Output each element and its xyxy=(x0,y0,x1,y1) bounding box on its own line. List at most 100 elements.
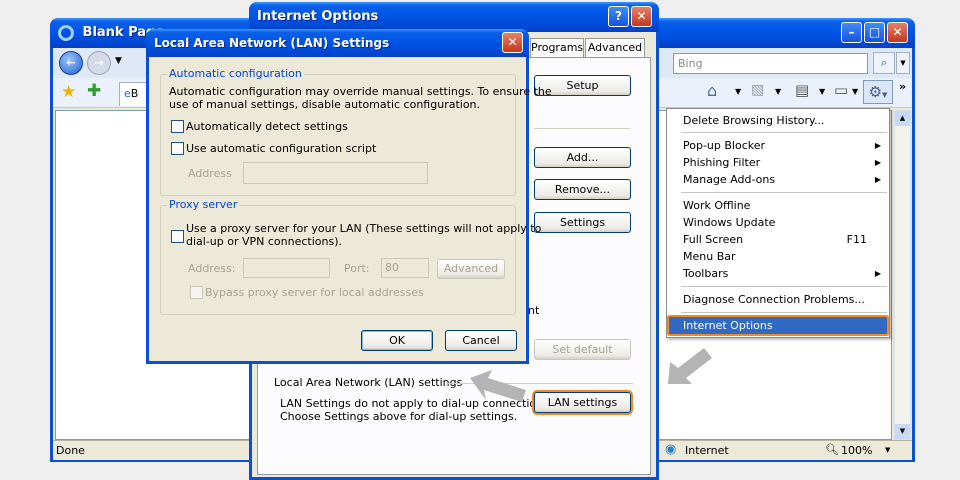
add-favorites-icon[interactable]: ✚ xyxy=(87,81,101,101)
button-label: Remove... xyxy=(554,183,611,196)
proxy-address-field xyxy=(243,258,330,278)
proxy-port-field: 80 xyxy=(381,258,429,278)
ok-button[interactable]: OK xyxy=(361,330,433,351)
tab-programs[interactable]: Programs xyxy=(530,38,584,57)
tab-label: Programs xyxy=(531,41,584,54)
group-legend: Automatic configuration xyxy=(167,67,304,80)
use-proxy-checkbox[interactable] xyxy=(171,230,184,243)
button-label: Cancel xyxy=(462,334,500,347)
home-dropdown-icon[interactable]: ▼ xyxy=(735,87,741,96)
menu-item-delete-history[interactable]: Delete Browsing History... xyxy=(669,112,887,129)
button-label: Advanced xyxy=(443,262,499,275)
minimize-button[interactable]: – xyxy=(841,22,862,43)
internet-options-title-bar[interactable]: Internet Options xyxy=(249,2,659,32)
menu-item-label: Windows Update xyxy=(683,216,776,229)
partial-label: nt xyxy=(528,304,540,317)
menu-item-menu-bar[interactable]: Menu Bar xyxy=(669,248,887,265)
group-legend: Proxy server xyxy=(167,198,240,211)
menu-item-label: Pop-up Blocker xyxy=(683,139,766,152)
feeds-dropdown-icon[interactable]: ▼ xyxy=(775,87,781,96)
menu-separator xyxy=(681,286,887,287)
lan-settings-close-button[interactable]: ✕ xyxy=(502,32,523,53)
tab-advanced[interactable]: Advanced xyxy=(585,38,645,57)
search-icon[interactable]: ⌕ xyxy=(873,52,895,74)
menu-item-label: Diagnose Connection Problems... xyxy=(683,293,865,306)
zoom-icon[interactable]: 🔍︎ xyxy=(825,443,839,456)
menu-item-manage-addons[interactable]: Manage Add-ons ▶ xyxy=(669,171,887,188)
auto-detect-checkbox[interactable] xyxy=(171,120,184,133)
settings-button[interactable]: Settings xyxy=(534,212,631,233)
maximize-button[interactable]: □ xyxy=(864,22,885,43)
bypass-local-label: Bypass proxy server for local addresses xyxy=(205,286,424,299)
button-label: LAN settings xyxy=(547,396,618,409)
button-label: Add... xyxy=(566,151,599,164)
security-zone: Internet xyxy=(685,444,729,457)
auto-config-description-2: use of manual settings, disable automati… xyxy=(169,98,481,111)
scroll-down-icon[interactable]: ▼ xyxy=(895,424,910,439)
auto-config-description-1: Automatic configuration may override man… xyxy=(169,85,552,98)
auto-config-script-label[interactable]: Use automatic configuration script xyxy=(186,142,376,155)
menu-item-label: Work Offline xyxy=(683,199,751,212)
proxy-port-label: Port: xyxy=(344,262,370,275)
add-button[interactable]: Add... xyxy=(534,147,631,168)
search-options-icon[interactable]: ▼ xyxy=(896,52,910,74)
script-address-field xyxy=(243,162,428,184)
menu-item-work-offline[interactable]: Work Offline xyxy=(669,197,887,214)
menu-item-popup-blocker[interactable]: Pop-up Blocker ▶ xyxy=(669,137,887,154)
arrow-left-icon xyxy=(470,370,526,402)
back-button[interactable]: ← xyxy=(59,51,83,75)
menu-item-phishing-filter[interactable]: Phishing Filter ▶ xyxy=(669,154,887,171)
remove-button[interactable]: Remove... xyxy=(534,179,631,200)
use-proxy-label-2[interactable]: dial-up or VPN connections). xyxy=(186,235,342,248)
menu-item-label: Full Screen xyxy=(683,233,744,246)
lan-settings-title-bar[interactable]: Local Area Network (LAN) Settings xyxy=(146,29,529,57)
page-dropdown-icon[interactable]: ▼ xyxy=(852,87,858,96)
internet-options-close-button[interactable]: ✕ xyxy=(631,6,652,27)
menu-item-full-screen[interactable]: Full Screen F11 xyxy=(669,231,887,248)
lan-settings-button[interactable]: LAN settings xyxy=(534,392,631,413)
print-dropdown-icon[interactable]: ▼ xyxy=(819,87,825,96)
search-placeholder: Bing xyxy=(678,57,703,70)
menu-item-internet-options[interactable]: Internet Options xyxy=(669,317,887,334)
proxy-advanced-button: Advanced xyxy=(437,259,505,279)
help-button[interactable]: ? xyxy=(608,6,629,27)
menu-item-diagnose[interactable]: Diagnose Connection Problems... xyxy=(669,291,887,308)
script-address-label: Address xyxy=(188,167,232,180)
arrow-down-left-icon xyxy=(668,348,712,384)
cancel-button[interactable]: Cancel xyxy=(445,330,517,351)
menu-item-label: Menu Bar xyxy=(683,250,736,263)
tools-gear-icon[interactable]: ⚙▼ xyxy=(863,80,893,104)
auto-detect-label[interactable]: Automatically detect settings xyxy=(186,120,348,133)
menu-separator xyxy=(681,192,887,193)
recent-pages-dropdown-icon[interactable]: ▼ xyxy=(115,56,122,66)
zoom-dropdown-icon[interactable]: ▼ xyxy=(885,446,890,454)
vertical-scrollbar[interactable]: ▲ ▼ xyxy=(894,110,911,440)
browser-close-button[interactable]: ✕ xyxy=(887,22,908,43)
menu-item-toolbars[interactable]: Toolbars ▶ xyxy=(669,265,887,282)
forward-button[interactable]: → xyxy=(87,51,111,75)
internet-options-title: Internet Options xyxy=(257,9,379,24)
button-label: Settings xyxy=(559,216,606,229)
page-icon[interactable]: ▭ xyxy=(834,81,848,99)
zoom-level[interactable]: 100% xyxy=(841,444,872,457)
feeds-icon[interactable]: ▧ xyxy=(751,82,764,98)
favorites-star-icon[interactable]: ★ xyxy=(61,82,76,102)
search-box[interactable]: Bing xyxy=(673,53,868,74)
button-label: Set default xyxy=(552,343,613,356)
menu-item-label: Manage Add-ons xyxy=(683,173,776,186)
menu-item-windows-update[interactable]: Windows Update xyxy=(669,214,887,231)
divider xyxy=(534,128,630,129)
print-icon[interactable]: ▤ xyxy=(795,81,809,99)
tools-menu: Delete Browsing History... Pop-up Blocke… xyxy=(666,108,890,338)
lan-settings-window: Local Area Network (LAN) Settings ✕ Auto… xyxy=(146,29,552,364)
home-icon[interactable]: ⌂ xyxy=(707,81,717,100)
guide-arrow-to-menu-item xyxy=(668,348,712,384)
auto-config-script-checkbox[interactable] xyxy=(171,142,184,155)
menu-separator xyxy=(681,132,887,133)
scroll-up-icon[interactable]: ▲ xyxy=(895,111,910,126)
use-proxy-label-1[interactable]: Use a proxy server for your LAN (These s… xyxy=(186,222,541,235)
submenu-arrow-icon: ▶ xyxy=(874,158,881,167)
menu-shortcut: F11 xyxy=(846,233,867,246)
guide-arrow-to-lan-button xyxy=(470,370,526,402)
toolbar-overflow-icon[interactable]: » xyxy=(899,80,906,93)
